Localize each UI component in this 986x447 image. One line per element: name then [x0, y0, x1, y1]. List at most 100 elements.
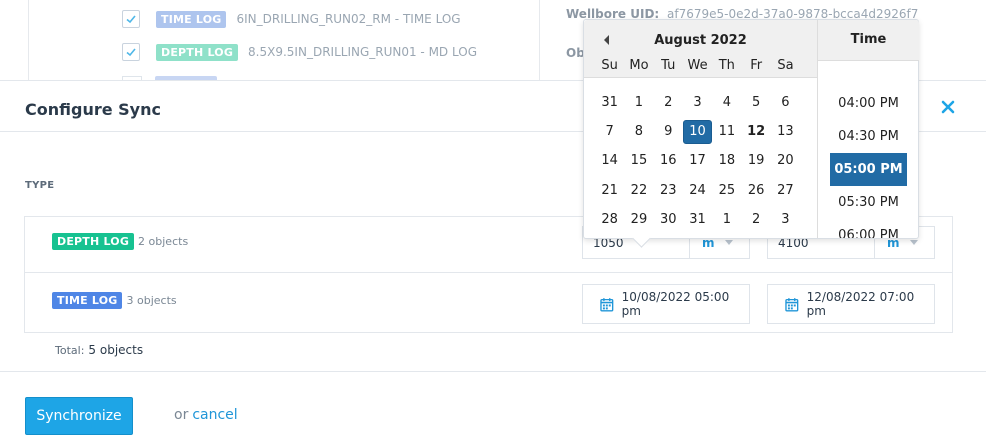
checkbox[interactable]	[122, 43, 140, 61]
weekday-header: Su Mo Tu We Th Fr Sa	[595, 58, 805, 73]
week-row: 28 29 30 31 1 2 3	[595, 206, 805, 235]
calendar-icon	[785, 297, 799, 312]
calendar-day[interactable]: 15	[624, 149, 653, 173]
time-option[interactable]: 04:30 PM	[818, 120, 919, 153]
time-option[interactable]: 06:00 PM	[818, 219, 919, 238]
day-grid: 31 1 2 3 4 5 6 7 8 9 10 11 12 13 14 15 16 17 18 19 20 21 22 23 2…	[595, 88, 805, 235]
calendar-day[interactable]: 30	[654, 208, 683, 232]
depth-log-row-label: DEPTH LOG 2 objects	[52, 233, 188, 250]
weekday-label: We	[687, 58, 708, 73]
calendar-day[interactable]: 3	[683, 91, 712, 115]
calendar-day[interactable]: 18	[712, 149, 741, 173]
total-label: Total:	[55, 344, 85, 357]
week-row: 7 8 9 10 11 12 13	[595, 117, 805, 146]
calendar-day[interactable]: 25	[712, 179, 741, 203]
calendar-day[interactable]: 16	[654, 149, 683, 173]
calendar-day[interactable]: 4	[712, 91, 741, 115]
time-log-tag: TIME LOG	[156, 10, 227, 28]
calendar-day[interactable]: 1	[624, 91, 653, 115]
time-column: Time 04:00 PM 04:30 PM 05:00 PM 05:30 PM 06:…	[817, 20, 919, 238]
time-start-field[interactable]: 10/08/2022 05:00 pm	[582, 284, 750, 324]
current-month: August 2022	[654, 33, 747, 48]
calendar-day[interactable]: 3	[771, 208, 800, 232]
calendar-icon	[600, 297, 614, 312]
time-start-value: 10/08/2022 05:00 pm	[621, 290, 730, 318]
calendar-header: August 2022 Su Mo Tu We Th Fr Sa	[584, 20, 817, 78]
calendar: August 2022 Su Mo Tu We Th Fr Sa 31 1 2 3 4 5 6 7 8 9 10…	[584, 20, 817, 238]
calendar-day[interactable]: 14	[595, 149, 624, 173]
calendar-day[interactable]: 21	[595, 179, 624, 203]
log-name: 8.5X9.5IN_DRILLING_RUN01 - MD LOG	[248, 45, 477, 59]
time-option[interactable]: 05:00 PM	[830, 153, 907, 186]
calendar-day[interactable]: 27	[771, 179, 800, 203]
object-label: Ob	[566, 46, 585, 60]
total-summary: Total: 5 objects	[55, 343, 143, 357]
depth-log-tag: DEPTH LOG	[156, 43, 239, 61]
object-count: 3 objects	[126, 294, 177, 307]
chevron-down-icon	[909, 240, 918, 245]
calendar-day[interactable]: 20	[771, 149, 800, 173]
checkbox[interactable]	[122, 10, 140, 28]
calendar-day[interactable]: 7	[595, 120, 624, 144]
calendar-day[interactable]: 29	[624, 208, 653, 232]
object-count: 2 objects	[138, 235, 189, 248]
row-divider	[25, 272, 952, 273]
modal-title: Configure Sync	[25, 100, 161, 119]
chevron-down-icon	[724, 240, 733, 245]
synchronize-button[interactable]: Synchronize	[25, 397, 133, 435]
week-row: 31 1 2 3 4 5 6	[595, 88, 805, 117]
time-end-value: 12/08/2022 07:00 pm	[806, 290, 915, 318]
calendar-day[interactable]: 10	[682, 120, 713, 145]
calendar-day[interactable]: 28	[595, 208, 624, 232]
calendar-day[interactable]: 19	[741, 149, 770, 173]
calendar-day[interactable]: 8	[624, 120, 653, 144]
cancel-prompt: or cancel	[174, 407, 238, 423]
depth-log-tag: DEPTH LOG	[52, 233, 135, 250]
cancel-link[interactable]: cancel	[192, 407, 237, 423]
calendar-day[interactable]: 17	[683, 149, 712, 173]
weekday-label: Tu	[661, 58, 676, 73]
weekday-label: Fr	[750, 58, 763, 73]
total-value: 5 objects	[88, 343, 144, 357]
time-list[interactable]: 04:00 PM 04:30 PM 05:00 PM 05:30 PM 06:00 PM	[818, 61, 919, 238]
background-divider	[28, 0, 29, 80]
type-column-header: TYPE	[25, 180, 55, 191]
check-icon	[126, 48, 136, 57]
check-icon	[126, 15, 136, 24]
calendar-day[interactable]: 11	[712, 120, 741, 144]
close-icon	[941, 100, 955, 114]
log-name: 6IN_DRILLING_RUN02_RM - TIME LOG	[236, 12, 461, 26]
or-text: or	[174, 407, 189, 423]
background-divider	[539, 0, 540, 80]
weekday-label: Mo	[629, 58, 649, 73]
time-log-tag: TIME LOG	[52, 292, 123, 309]
calendar-day[interactable]: 2	[654, 91, 683, 115]
calendar-day[interactable]: 31	[595, 91, 624, 115]
calendar-day[interactable]: 9	[654, 120, 683, 144]
calendar-day[interactable]: 12	[741, 120, 770, 144]
calendar-day[interactable]: 26	[741, 179, 770, 203]
calendar-day[interactable]: 1	[712, 208, 741, 232]
week-row: 21 22 23 24 25 26 27	[595, 176, 805, 205]
calendar-day[interactable]: 6	[771, 91, 800, 115]
footer-divider	[0, 371, 986, 372]
calendar-day[interactable]: 31	[683, 208, 712, 232]
calendar-day[interactable]: 13	[771, 120, 800, 144]
time-option[interactable]: 05:30 PM	[818, 186, 919, 219]
time-option[interactable]: 04:00 PM	[818, 87, 919, 120]
close-button[interactable]	[940, 99, 956, 115]
weekday-label: Th	[718, 58, 735, 73]
calendar-day[interactable]: 23	[654, 179, 683, 203]
calendar-day[interactable]: 22	[624, 179, 653, 203]
calendar-day[interactable]: 2	[741, 208, 770, 232]
time-end-field[interactable]: 12/08/2022 07:00 pm	[767, 284, 935, 324]
object-label-text: Ob	[566, 46, 585, 60]
calendar-day[interactable]: 5	[741, 91, 770, 115]
background-list-item[interactable]: TIME LOG 6IN_DRILLING_RUN02_RM - TIME LO…	[122, 9, 461, 29]
weekday-label: Sa	[777, 58, 794, 73]
background-list-item[interactable]: DEPTH LOG 8.5X9.5IN_DRILLING_RUN01 - MD …	[122, 42, 477, 62]
time-log-row-label: TIME LOG 3 objects	[52, 292, 177, 309]
calendar-day[interactable]: 24	[683, 179, 712, 203]
weekday-label: Su	[601, 58, 618, 73]
datepicker-popup: August 2022 Su Mo Tu We Th Fr Sa 31 1 2 3 4 5 6 7 8 9 10…	[583, 19, 919, 239]
